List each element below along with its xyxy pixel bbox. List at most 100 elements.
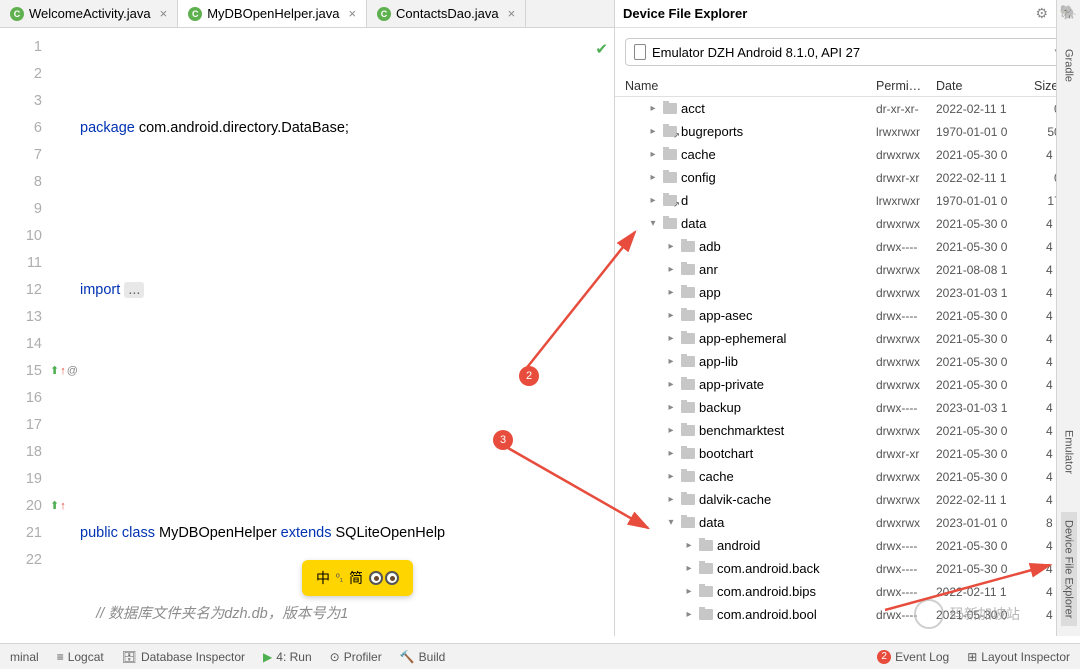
class-icon: C [10, 7, 24, 21]
folder-icon [681, 494, 695, 505]
tree-row[interactable]: ▸ adb drwx---- 2021-05-30 0 4 KB [615, 235, 1080, 258]
device-icon [634, 44, 646, 60]
tree-row[interactable]: ▸ dalvik-cache drwxrwx 2022-02-11 1 4 KB [615, 488, 1080, 511]
folder-icon [681, 356, 695, 367]
folder-icon [663, 195, 677, 206]
tree-row[interactable]: ▸ com.android.bool drwx---- 2021-05-30 0… [615, 603, 1080, 626]
chevron-icon[interactable]: ▸ [665, 333, 677, 344]
close-icon[interactable]: × [348, 6, 356, 21]
check-icon: ✔ [595, 36, 608, 63]
tab-device-file-explorer[interactable]: Device File Explorer [1061, 512, 1077, 626]
tab-welcome[interactable]: CWelcomeActivity.java× [0, 0, 178, 27]
folder-icon [663, 103, 677, 114]
tree-row[interactable]: ▸ bootchart drwxr-xr 2021-05-30 0 4 KB [615, 442, 1080, 465]
chevron-icon[interactable]: ▸ [647, 126, 659, 137]
run-tab[interactable]: ▶ 4: Run [263, 650, 312, 664]
chevron-icon[interactable]: ▾ [647, 218, 659, 229]
logcat-tab[interactable]: ≡ Logcat [57, 650, 104, 664]
tree-row[interactable]: ▸ anr drwxrwx 2021-08-08 1 4 KB [615, 258, 1080, 281]
tree-row[interactable]: ▸ backup drwx---- 2023-01-03 1 4 KB [615, 396, 1080, 419]
chevron-icon[interactable]: ▸ [665, 471, 677, 482]
chevron-icon[interactable]: ▸ [665, 494, 677, 505]
bottom-toolbar: minal ≡ Logcat 🗄 Database Inspector ▶ 4:… [0, 643, 1080, 669]
folder-icon [681, 448, 695, 459]
tree-header: Name Permi… Date Size [615, 76, 1080, 97]
chevron-icon[interactable]: ▸ [665, 356, 677, 367]
folder-icon [681, 425, 695, 436]
tab-contactsdao[interactable]: CContactsDao.java× [367, 0, 526, 27]
annotation-badge-3: 3 [493, 430, 513, 450]
tree-row[interactable]: ▸ app-private drwxrwx 2021-05-30 0 4 KB [615, 373, 1080, 396]
class-icon: C [188, 7, 202, 21]
tree-row[interactable]: ▸ config drwxr-xr 2022-02-11 1 0 B [615, 166, 1080, 189]
folder-icon [681, 241, 695, 252]
tree-row[interactable]: ▸ benchmarktest drwxrwx 2021-05-30 0 4 K… [615, 419, 1080, 442]
folder-icon [681, 379, 695, 390]
folder-icon [663, 126, 677, 137]
folder-icon [663, 172, 677, 183]
chevron-icon[interactable]: ▸ [665, 425, 677, 436]
event-log-tab[interactable]: 2 Event Log [877, 650, 949, 664]
tree-row[interactable]: ▸ app-ephemeral drwxrwx 2021-05-30 0 4 K… [615, 327, 1080, 350]
tab-gradle[interactable]: Gradle [1061, 41, 1077, 90]
chevron-icon[interactable]: ▸ [665, 241, 677, 252]
folder-icon [699, 540, 713, 551]
minion-icon [369, 571, 399, 585]
folder-icon [663, 149, 677, 160]
chevron-icon[interactable]: ▸ [683, 586, 695, 597]
code-editor[interactable]: ✔ package com.android.directory.DataBase… [80, 28, 614, 636]
chevron-icon[interactable]: ▸ [683, 609, 695, 620]
tree-row[interactable]: ▸ com.android.back drwx---- 2021-05-30 0… [615, 557, 1080, 580]
close-icon[interactable]: × [160, 6, 168, 21]
line-gutter: 123678910111213141516171819202122 [0, 28, 50, 636]
tree-row[interactable]: ▾ data drwxrwx 2021-05-30 0 4 KB [615, 212, 1080, 235]
gear-icon[interactable]: ⚙ [1035, 5, 1048, 22]
chevron-icon[interactable]: ▸ [665, 448, 677, 459]
build-tab[interactable]: 🔨 Build [400, 650, 446, 664]
tree-row[interactable]: ▸ d lrwxrwxr 1970-01-01 0 17 B [615, 189, 1080, 212]
folder-icon [699, 563, 713, 574]
folder-icon [681, 333, 695, 344]
file-tree[interactable]: ▸ acct dr-xr-xr- 2022-02-11 1 0 B ▸ bugr… [615, 97, 1080, 636]
database-inspector-tab[interactable]: 🗄 Database Inspector [122, 650, 245, 664]
chevron-icon[interactable]: ▸ [665, 379, 677, 390]
close-icon[interactable]: × [508, 6, 516, 21]
tab-mydbopenhelper[interactable]: CMyDBOpenHelper.java× [178, 0, 367, 27]
chevron-icon[interactable]: ▸ [647, 103, 659, 114]
tree-row[interactable]: ▸ android drwx---- 2021-05-30 0 4 KB [615, 534, 1080, 557]
chevron-icon[interactable]: ▸ [665, 264, 677, 275]
chevron-icon[interactable]: ▸ [665, 310, 677, 321]
tree-row[interactable]: ▾ data drwxrwx 2023-01-01 0 8 KB [615, 511, 1080, 534]
tree-row[interactable]: ▸ cache drwxrwx 2021-05-30 0 4 KB [615, 143, 1080, 166]
folder-icon [681, 471, 695, 482]
tree-row[interactable]: ▸ app-asec drwx---- 2021-05-30 0 4 KB [615, 304, 1080, 327]
editor-tabs: CWelcomeActivity.java× CMyDBOpenHelper.j… [0, 0, 614, 28]
gutter-markers: ⬆↑@ ⬆↑ [50, 28, 80, 636]
chevron-icon[interactable]: ▸ [647, 172, 659, 183]
tree-row[interactable]: ▸ bugreports lrwxrwxr 1970-01-01 0 50 B [615, 120, 1080, 143]
chevron-icon[interactable]: ▸ [683, 563, 695, 574]
chevron-icon[interactable]: ▸ [647, 149, 659, 160]
profiler-tab[interactable]: ⊙ Profiler [330, 650, 382, 664]
device-selector[interactable]: Emulator DZH Android 8.1.0, API 27 ▾ [625, 38, 1070, 66]
tree-row[interactable]: ▸ cache drwxrwx 2021-05-30 0 4 KB [615, 465, 1080, 488]
chevron-icon[interactable]: ▸ [683, 540, 695, 551]
chevron-icon[interactable]: ▾ [665, 517, 677, 528]
layout-inspector-tab[interactable]: ⊞ Layout Inspector [967, 650, 1070, 664]
chevron-icon[interactable]: ▸ [665, 287, 677, 298]
right-toolbar: 🐘 Gradle Emulator Device File Explorer [1056, 0, 1080, 636]
tree-row[interactable]: ▸ app-lib drwxrwx 2021-05-30 0 4 KB [615, 350, 1080, 373]
ime-widget[interactable]: 中 º₁ 简 [302, 560, 413, 596]
folder-icon [681, 264, 695, 275]
panel-title: Device File Explorer [623, 6, 1025, 21]
chevron-icon[interactable]: ▸ [647, 195, 659, 206]
gradle-icon[interactable]: 🐘 [1060, 4, 1077, 21]
tree-row[interactable]: ▸ com.android.bips drwx---- 2022-02-11 1… [615, 580, 1080, 603]
terminal-tab[interactable]: minal [10, 650, 39, 664]
chevron-icon[interactable]: ▸ [665, 402, 677, 413]
folder-icon [681, 310, 695, 321]
folder-icon [699, 586, 713, 597]
tab-emulator[interactable]: Emulator [1061, 422, 1077, 482]
tree-row[interactable]: ▸ app drwxrwx 2023-01-03 1 4 KB [615, 281, 1080, 304]
tree-row[interactable]: ▸ acct dr-xr-xr- 2022-02-11 1 0 B [615, 97, 1080, 120]
